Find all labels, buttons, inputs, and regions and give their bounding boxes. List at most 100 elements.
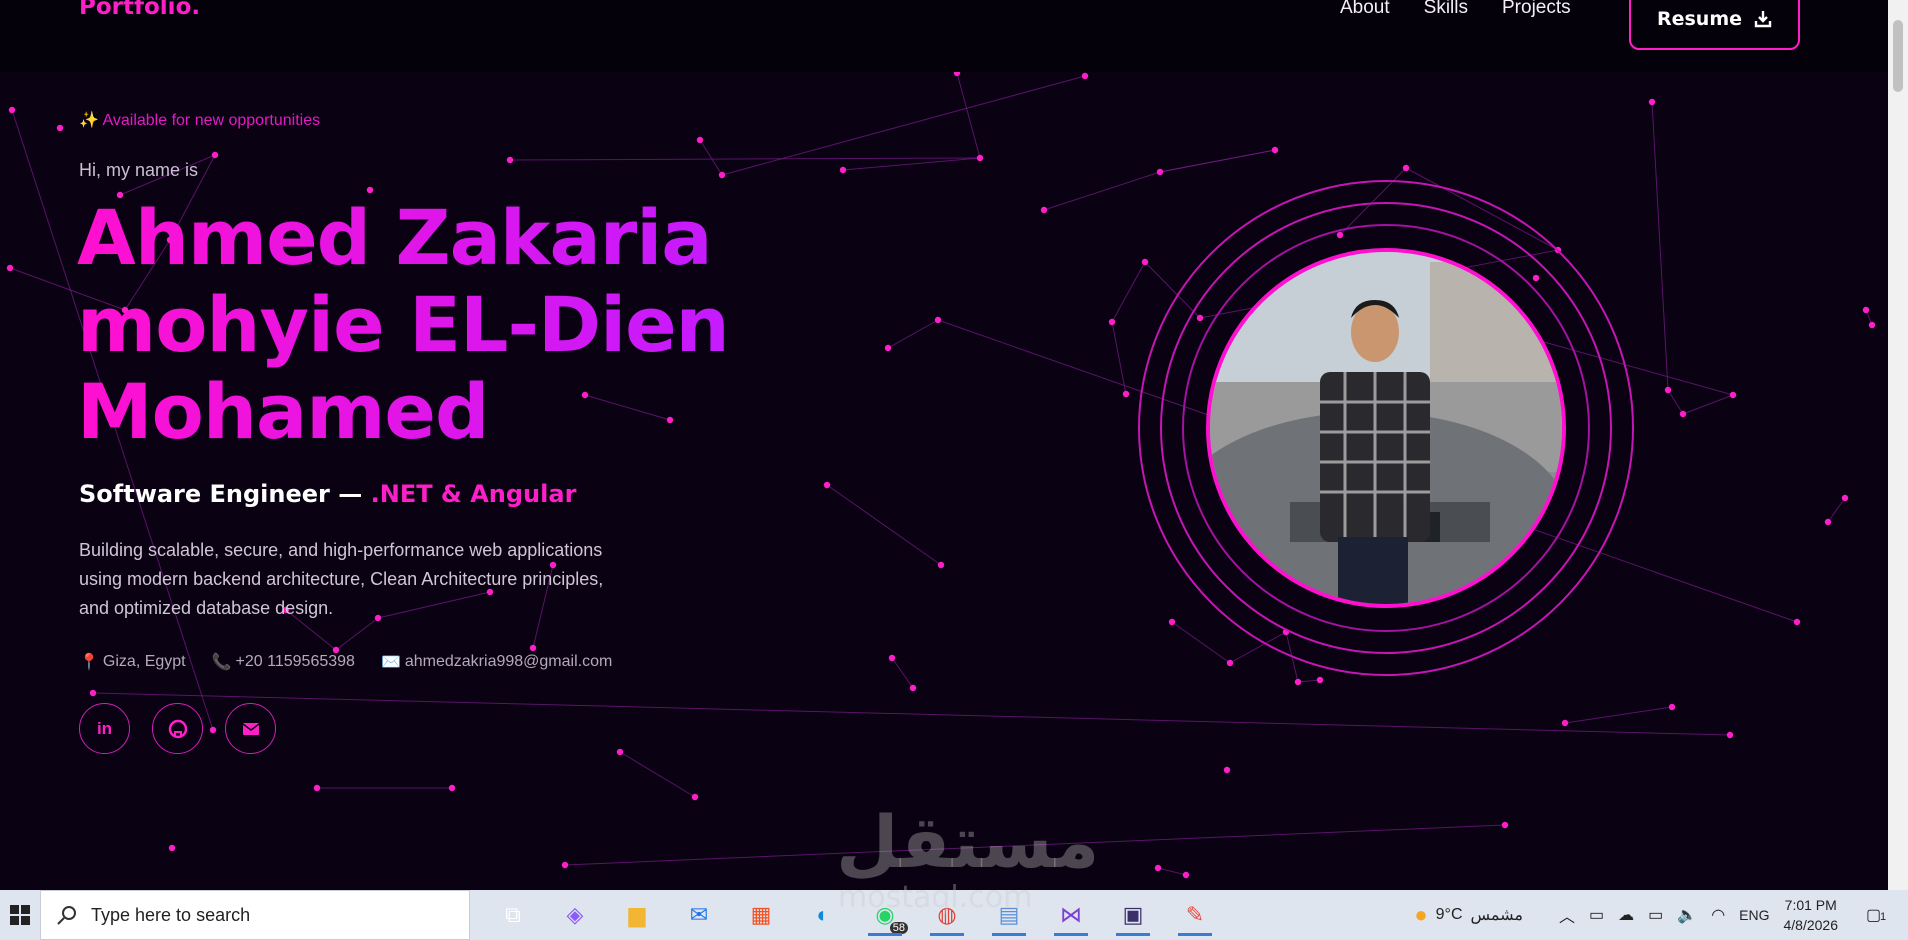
email-text: ahmedzakria998@gmail.com <box>404 653 613 670</box>
linkedin-icon: in <box>96 718 113 738</box>
particle-dot <box>616 748 624 756</box>
particle-dot <box>8 106 16 114</box>
location-text: Giza, Egypt <box>102 653 186 670</box>
taskbar-search[interactable]: Type here to search <box>40 890 470 940</box>
site-logo[interactable]: Portfolio. <box>79 0 200 20</box>
store-icon[interactable]: ▦ <box>740 894 782 936</box>
particle-dot <box>1271 146 1279 154</box>
phone-item[interactable]: 📞 +20 1159565398 <box>212 652 355 672</box>
particle-dot <box>211 151 219 159</box>
clock-time: 7:01 PM <box>1784 897 1837 913</box>
particle-dot <box>313 784 321 792</box>
role-accent: .NET & Angular <box>370 480 577 508</box>
task-view-icon[interactable]: ⧉ <box>492 894 534 936</box>
hero-name: Ahmed Zakaria mohyie EL-Dien Mohamed <box>77 194 729 455</box>
particle-dot <box>1679 410 1687 418</box>
particle-dot <box>1402 164 1410 172</box>
email-button[interactable] <box>225 703 276 754</box>
availability-text: Available for new opportunities <box>102 112 321 129</box>
language-indicator[interactable]: ENG <box>1739 907 1769 923</box>
particle-link <box>699 139 723 176</box>
linkedin-button[interactable]: in <box>79 703 130 754</box>
particle-dot <box>529 644 537 652</box>
particle-link <box>1157 867 1187 876</box>
copilot-icon[interactable]: ◈ <box>554 894 596 936</box>
sun-icon: ● <box>1414 902 1428 927</box>
particle-dot <box>1154 864 1162 872</box>
meet-now-icon[interactable]: ▭ <box>1589 905 1604 925</box>
particle-link <box>842 157 981 171</box>
clock[interactable]: 7:01 PM 4/8/2026 <box>1784 895 1839 935</box>
particle-link <box>92 692 1731 736</box>
particle-dot <box>1122 390 1130 398</box>
resume-label: Resume <box>1656 8 1743 30</box>
particle-link <box>887 319 939 349</box>
resume-button[interactable]: Resume <box>1629 0 1800 50</box>
volume-icon[interactable]: 🔈 <box>1677 905 1697 925</box>
chevron-up-icon[interactable]: ︿ <box>1559 903 1575 927</box>
profile-photo-illustration <box>1210 252 1562 604</box>
battery-icon[interactable]: ▭ <box>1648 905 1663 925</box>
profile-photo <box>1206 248 1566 608</box>
particle-dot <box>839 166 847 174</box>
notifications-button[interactable]: ▢ 1 <box>1866 905 1896 925</box>
particle-dot <box>1108 318 1116 326</box>
particle-dot <box>823 481 831 489</box>
particle-dot <box>448 784 456 792</box>
availability-badge: ✨ Available for new opportunities <box>79 110 320 130</box>
particle-dot <box>1868 321 1876 329</box>
particle-dot <box>1726 731 1734 739</box>
particle-dot <box>1040 206 1048 214</box>
nav-link-about[interactable]: About <box>1340 0 1390 19</box>
particle-link <box>509 157 981 161</box>
particle-link <box>826 484 942 566</box>
email-icon <box>242 722 259 735</box>
name-line-3: Mohamed <box>77 367 489 456</box>
particle-dot <box>1841 494 1849 502</box>
particle-dot <box>561 861 569 869</box>
particle-dot <box>1729 391 1737 399</box>
particle-link <box>1564 706 1673 724</box>
particle-dot <box>1793 618 1801 626</box>
role-title: Software Engineer — .NET & Angular <box>79 480 576 508</box>
particle-dot <box>718 171 726 179</box>
onedrive-icon[interactable]: ☁ <box>1618 905 1634 925</box>
outlook-icon[interactable]: ✉ <box>678 894 720 936</box>
pin-icon: 📍 <box>79 654 99 671</box>
name-line-1: Ahmed Zakaria <box>77 193 712 282</box>
social-links: in <box>79 703 276 754</box>
start-button[interactable] <box>0 890 40 940</box>
visual-studio-icon[interactable]: ⋈ <box>1050 894 1092 936</box>
particle-dot <box>1156 168 1164 176</box>
download-icon <box>1754 11 1772 28</box>
contact-info: 📍 Giza, Egypt 📞 +20 1159565398 ✉️ ahmedz… <box>79 652 612 672</box>
particle-dot <box>56 124 64 132</box>
particle-dot <box>888 654 896 662</box>
particle-dot <box>937 561 945 569</box>
file-explorer-icon[interactable]: ▆ <box>616 894 658 936</box>
phone-icon: 📞 <box>211 654 232 671</box>
particle-link <box>1682 394 1734 415</box>
particle-link <box>1827 497 1846 523</box>
nav-link-skills[interactable]: Skills <box>1424 0 1468 19</box>
particle-dot <box>696 136 704 144</box>
portfolio-page: Portfolio. About Skills Projects Resume … <box>0 0 1888 890</box>
particle-dot <box>976 154 984 162</box>
particle-dot <box>506 156 514 164</box>
wifi-icon[interactable]: ◠ <box>1711 905 1725 925</box>
email-item[interactable]: ✉️ ahmedzakria998@gmail.com <box>381 652 612 672</box>
profile-portrait <box>1138 180 1634 676</box>
nav-link-projects[interactable]: Projects <box>1502 0 1571 19</box>
scrollbar-thumb[interactable] <box>1893 20 1903 92</box>
terminal-icon[interactable]: ▣ <box>1112 894 1154 936</box>
particle-link <box>1159 149 1276 173</box>
particle-link <box>1651 101 1669 391</box>
hero-description: Building scalable, secure, and high-perf… <box>79 540 604 618</box>
phone-text: +20 1159565398 <box>235 653 355 670</box>
weather-widget[interactable]: ● 9°C مشمس <box>1414 902 1523 928</box>
search-placeholder: Type here to search <box>91 904 251 925</box>
paint-icon[interactable]: ✎ <box>1174 894 1216 936</box>
github-button[interactable] <box>152 703 203 754</box>
page-scrollbar[interactable] <box>1888 0 1908 890</box>
particle-link <box>1297 679 1321 683</box>
